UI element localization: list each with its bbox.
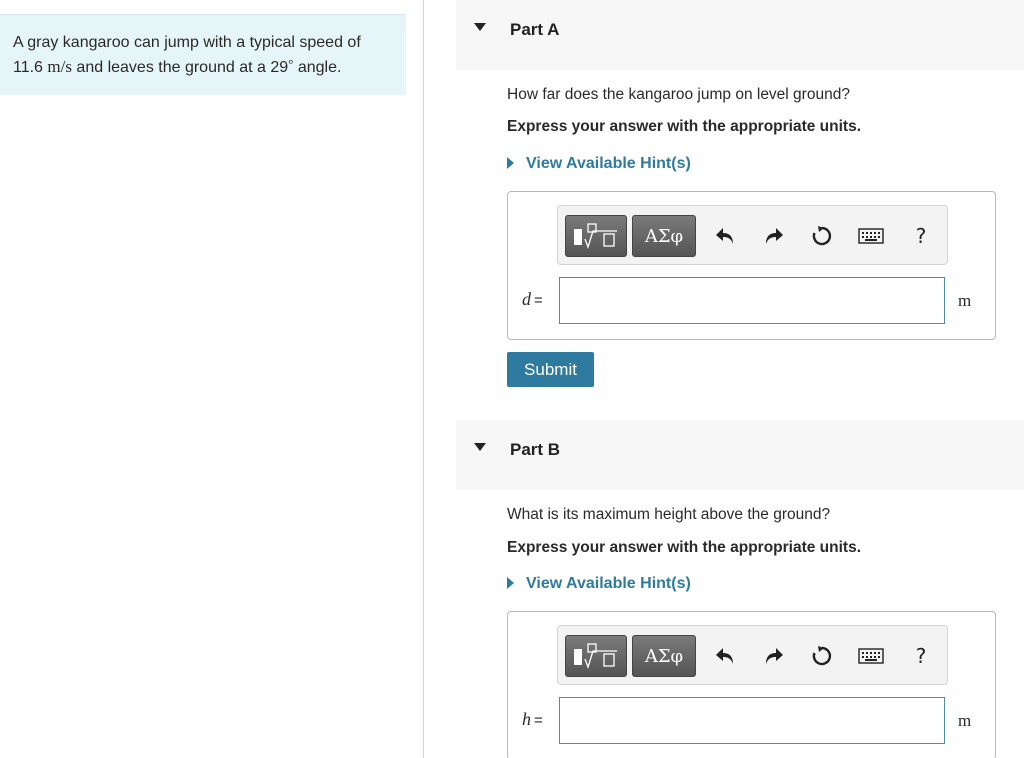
angle-unit: ° xyxy=(288,56,294,71)
problem-text-after: angle. xyxy=(297,59,342,76)
redo-icon[interactable] xyxy=(760,643,786,669)
speed-value: 11.6 xyxy=(13,59,43,76)
angle-value: 29 xyxy=(270,59,289,76)
equals-sign: = xyxy=(534,712,543,729)
unit-label: m xyxy=(958,711,972,730)
speed-unit: m/s xyxy=(47,57,72,76)
templates-icon[interactable] xyxy=(565,215,627,257)
part-b-answer-box: ΑΣφ ? h = m xyxy=(507,611,996,758)
problem-panel: A gray kangaroo can jump with a typical … xyxy=(0,0,424,758)
keyboard-icon[interactable] xyxy=(856,223,886,249)
math-toolbar: ΑΣφ ? xyxy=(557,625,948,685)
part-a-hint-link[interactable]: View Available Hint(s) xyxy=(507,155,691,173)
part-b-hint-label: View Available Hint(s) xyxy=(526,575,691,592)
part-a-title: Part A xyxy=(510,20,560,39)
unit-label: m xyxy=(958,291,972,310)
part-a-header[interactable]: Part A xyxy=(456,0,1024,70)
redo-icon[interactable] xyxy=(760,223,786,249)
part-b-instruction: Express your answer with the appropriate… xyxy=(507,539,862,556)
keyboard-icon[interactable] xyxy=(856,643,886,669)
expand-triangle-icon xyxy=(507,577,514,589)
greek-letters-icon[interactable]: ΑΣφ xyxy=(632,635,696,677)
submit-button[interactable]: Submit xyxy=(507,352,594,387)
problem-text-mid: and leaves the ground at a xyxy=(76,59,266,76)
reset-icon[interactable] xyxy=(809,223,835,249)
part-a-question: How far does the kangaroo jump on level … xyxy=(507,86,850,103)
problem-statement: A gray kangaroo can jump with a typical … xyxy=(0,14,406,95)
templates-icon[interactable] xyxy=(565,635,627,677)
part-b-question: What is its maximum height above the gro… xyxy=(507,506,831,523)
part-a-hint-label: View Available Hint(s) xyxy=(526,155,691,172)
part-b-hint-link[interactable]: View Available Hint(s) xyxy=(507,575,691,593)
undo-icon[interactable] xyxy=(713,643,739,669)
help-icon[interactable]: ? xyxy=(908,223,934,249)
problem-text-before: A gray kangaroo can jump with a typical … xyxy=(13,34,361,51)
expand-triangle-icon xyxy=(507,157,514,169)
answer-variable-label: h = xyxy=(522,709,543,730)
part-b-answer-input[interactable] xyxy=(559,697,945,744)
undo-icon[interactable] xyxy=(713,223,739,249)
math-toolbar: ΑΣφ ? xyxy=(557,205,948,265)
help-icon[interactable]: ? xyxy=(908,643,934,669)
part-a-instruction: Express your answer with the appropriate… xyxy=(507,118,862,135)
part-b-header[interactable]: Part B xyxy=(456,420,1024,490)
answer-variable-label: d = xyxy=(522,289,543,310)
collapse-triangle-icon[interactable] xyxy=(474,443,486,451)
part-a-answer-input[interactable] xyxy=(559,277,945,324)
part-a-answer-box: ΑΣφ ? d = m xyxy=(507,191,996,340)
variable-name: d xyxy=(522,289,531,309)
variable-name: h xyxy=(522,709,531,729)
equals-sign: = xyxy=(534,292,543,309)
reset-icon[interactable] xyxy=(809,643,835,669)
collapse-triangle-icon[interactable] xyxy=(474,23,486,31)
part-b-title: Part B xyxy=(510,440,561,459)
greek-letters-icon[interactable]: ΑΣφ xyxy=(632,215,696,257)
